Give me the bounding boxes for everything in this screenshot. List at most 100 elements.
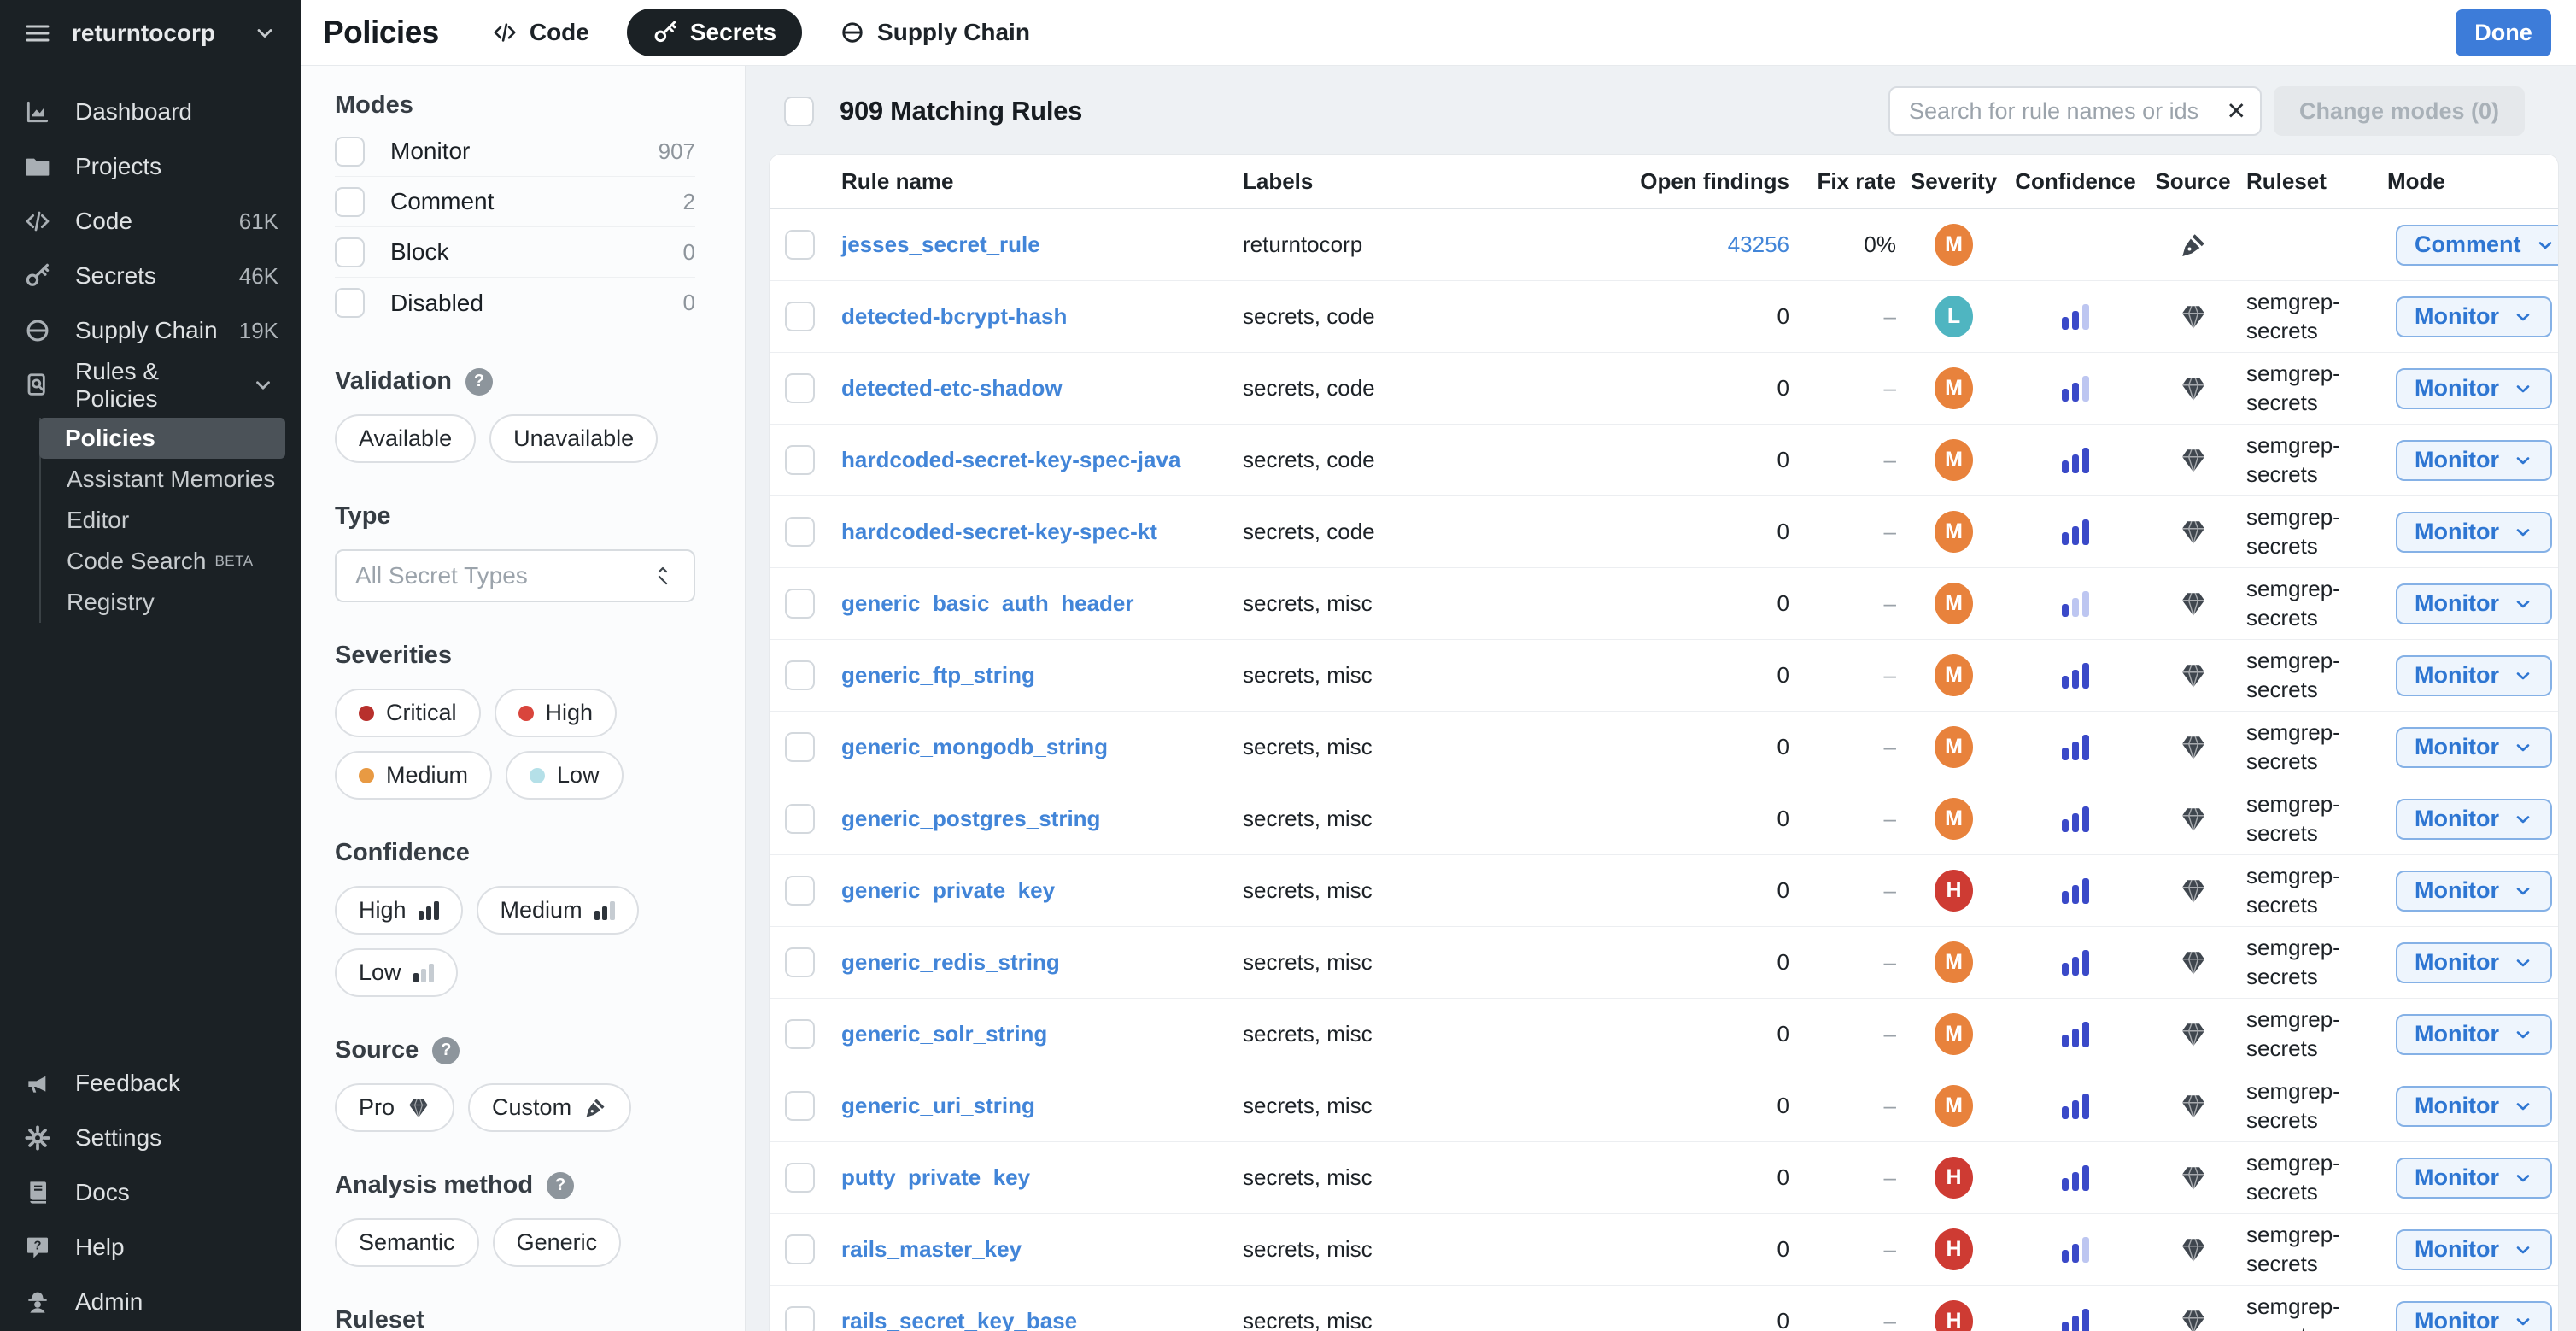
rule-name-link[interactable]: rails_secret_key_base — [841, 1308, 1077, 1331]
rule-name-link[interactable]: rails_master_key — [841, 1236, 1022, 1262]
row-checkbox[interactable] — [785, 1163, 815, 1193]
mode-select[interactable]: Monitor — [2396, 368, 2552, 409]
severity-pill-critical[interactable]: Critical — [335, 689, 481, 737]
mode-select[interactable]: Monitor — [2396, 727, 2552, 768]
select-all-checkbox[interactable] — [784, 97, 814, 126]
mode-checkbox[interactable] — [335, 237, 365, 267]
rule-name-link[interactable]: detected-etc-shadow — [841, 375, 1063, 401]
severity-pill-high[interactable]: High — [495, 689, 618, 737]
source-pill-custom[interactable]: Custom — [468, 1083, 631, 1132]
mode-select[interactable]: Monitor — [2396, 512, 2552, 553]
tab-code[interactable]: Code — [492, 19, 589, 46]
mode-select[interactable]: Monitor — [2396, 799, 2552, 840]
validation-pill-unavailable[interactable]: Unavailable — [489, 414, 658, 463]
mode-select[interactable]: Monitor — [2396, 1158, 2552, 1199]
sidebar-item-projects[interactable]: Projects — [0, 139, 301, 194]
rule-name-link[interactable]: putty_private_key — [841, 1164, 1030, 1190]
row-checkbox[interactable] — [785, 1091, 815, 1121]
sidebar-item-code[interactable]: Code61K — [0, 194, 301, 249]
row-checkbox[interactable] — [785, 660, 815, 690]
mode-checkbox[interactable] — [335, 137, 365, 167]
analysis-pill-semantic[interactable]: Semantic — [335, 1218, 479, 1267]
help-icon[interactable]: ? — [547, 1172, 574, 1199]
rule-name-link[interactable]: detected-bcrypt-hash — [841, 303, 1067, 329]
row-checkbox[interactable] — [785, 1019, 815, 1049]
sidebar-item-feedback[interactable]: Feedback — [0, 1056, 301, 1111]
sidebar-subitem-editor[interactable]: Editor — [41, 500, 301, 541]
sidebar-item-secrets[interactable]: Secrets46K — [0, 249, 301, 303]
tab-supply-chain[interactable]: Supply Chain — [840, 19, 1030, 46]
row-checkbox[interactable] — [785, 1306, 815, 1331]
mode-filter-block[interactable]: Block0 — [335, 227, 695, 278]
row-checkbox[interactable] — [785, 517, 815, 547]
mode-select[interactable]: Monitor — [2396, 1301, 2552, 1331]
row-checkbox[interactable] — [785, 947, 815, 977]
mode-select[interactable]: Monitor — [2396, 583, 2552, 624]
sidebar-item-dashboard[interactable]: Dashboard — [0, 85, 301, 139]
change-modes-button[interactable]: Change modes (0) — [2274, 86, 2525, 136]
mode-select[interactable]: Monitor — [2396, 440, 2552, 481]
row-checkbox[interactable] — [785, 445, 815, 475]
mode-select[interactable]: Comment — [2396, 225, 2559, 266]
help-icon[interactable]: ? — [465, 368, 493, 396]
sidebar-item-rules-policies[interactable]: Rules & Policies — [0, 358, 301, 413]
mode-select[interactable]: Monitor — [2396, 296, 2552, 337]
open-findings-link[interactable]: 43256 — [1728, 232, 1789, 257]
row-checkbox[interactable] — [785, 302, 815, 331]
clear-search-icon[interactable]: ✕ — [2226, 97, 2245, 126]
severity-pill-low[interactable]: Low — [506, 751, 624, 800]
rule-name-link[interactable]: generic_ftp_string — [841, 662, 1035, 688]
mode-filter-comment[interactable]: Comment2 — [335, 177, 695, 227]
rule-name-link[interactable]: generic_redis_string — [841, 949, 1060, 975]
confidence-pill-low[interactable]: Low — [335, 948, 458, 997]
rule-search-input[interactable] — [1888, 86, 2262, 136]
row-checkbox[interactable] — [785, 589, 815, 619]
tab-secrets[interactable]: Secrets — [627, 9, 802, 56]
severity-pill-medium[interactable]: Medium — [335, 751, 492, 800]
mode-checkbox[interactable] — [335, 187, 365, 217]
mode-checkbox[interactable] — [335, 288, 365, 318]
mode-select[interactable]: Monitor — [2396, 1086, 2552, 1127]
rule-name-link[interactable]: generic_mongodb_string — [841, 734, 1108, 759]
validation-pill-available[interactable]: Available — [335, 414, 476, 463]
rule-name-link[interactable]: hardcoded-secret-key-spec-java — [841, 447, 1180, 472]
rule-name-link[interactable]: hardcoded-secret-key-spec-kt — [841, 519, 1157, 544]
row-checkbox[interactable] — [785, 876, 815, 906]
rule-name-link[interactable]: jesses_secret_rule — [841, 232, 1040, 257]
sidebar-item-help[interactable]: ?Help — [0, 1220, 301, 1275]
sidebar-item-supply-chain[interactable]: Supply Chain19K — [0, 303, 301, 358]
mode-select[interactable]: Monitor — [2396, 1229, 2552, 1270]
analysis-pill-generic[interactable]: Generic — [493, 1218, 622, 1267]
mode-select[interactable]: Monitor — [2396, 1014, 2552, 1055]
mode-filter-disabled[interactable]: Disabled0 — [335, 278, 695, 328]
org-switcher[interactable]: returntocorp — [0, 0, 301, 66]
sidebar-subitem-policies[interactable]: Policies — [39, 418, 285, 459]
mode-select[interactable]: Monitor — [2396, 655, 2552, 696]
sidebar-subitem-registry[interactable]: Registry — [41, 582, 301, 623]
confidence-pill-medium[interactable]: Medium — [477, 886, 639, 935]
mode-select[interactable]: Monitor — [2396, 871, 2552, 912]
row-checkbox[interactable] — [785, 373, 815, 403]
hamburger-icon[interactable] — [24, 20, 51, 47]
sidebar-item-admin[interactable]: Admin — [0, 1275, 301, 1329]
row-checkbox[interactable] — [785, 230, 815, 260]
source-pill-pro[interactable]: Pro — [335, 1083, 454, 1132]
sidebar-subitem-code-search[interactable]: Code SearchBETA — [41, 541, 301, 582]
sidebar-item-docs[interactable]: Docs — [0, 1165, 301, 1220]
row-checkbox[interactable] — [785, 1234, 815, 1264]
row-checkbox[interactable] — [785, 804, 815, 834]
confidence-pill-high[interactable]: High — [335, 886, 463, 935]
sidebar-item-settings[interactable]: Settings — [0, 1111, 301, 1165]
row-checkbox[interactable] — [785, 732, 815, 762]
rule-name-link[interactable]: generic_basic_auth_header — [841, 590, 1134, 616]
mode-select[interactable]: Monitor — [2396, 942, 2552, 983]
secret-type-select[interactable]: All Secret Types — [335, 549, 695, 602]
rule-name-link[interactable]: generic_uri_string — [841, 1093, 1035, 1118]
rule-name-link[interactable]: generic_solr_string — [841, 1021, 1047, 1047]
sidebar-subitem-assistant-memories[interactable]: Assistant Memories — [41, 459, 301, 500]
done-button[interactable]: Done — [2456, 9, 2551, 56]
rule-name-link[interactable]: generic_postgres_string — [841, 806, 1100, 831]
mode-filter-monitor[interactable]: Monitor907 — [335, 126, 695, 177]
help-icon[interactable]: ? — [432, 1037, 460, 1064]
rule-name-link[interactable]: generic_private_key — [841, 877, 1055, 903]
